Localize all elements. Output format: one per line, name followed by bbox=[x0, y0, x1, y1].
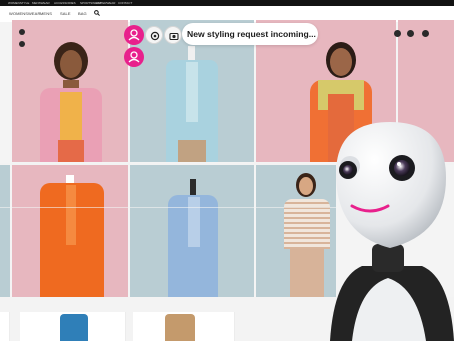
camera-button[interactable] bbox=[164, 26, 182, 44]
assistant-robot-illustration bbox=[330, 122, 454, 341]
user-icon bbox=[128, 51, 140, 63]
product-card[interactable] bbox=[133, 312, 235, 341]
camera-icon bbox=[169, 32, 179, 41]
model-figure bbox=[12, 20, 128, 162]
record-button[interactable] bbox=[145, 26, 163, 44]
product-tile-orange-jacket[interactable] bbox=[12, 165, 128, 297]
hanger-garment bbox=[60, 314, 88, 341]
tile-action-icon[interactable] bbox=[422, 30, 429, 37]
user-icon bbox=[128, 29, 140, 41]
search-icon[interactable] bbox=[94, 10, 100, 16]
record-icon bbox=[150, 31, 160, 41]
nav-item-sale[interactable]: SALE bbox=[60, 11, 71, 16]
mannequin-figure bbox=[12, 165, 128, 297]
assistant-user-button[interactable] bbox=[124, 25, 144, 45]
carousel-dot-icon[interactable] bbox=[19, 29, 25, 35]
nav-item-mens[interactable]: MENS bbox=[40, 11, 52, 16]
assistant-user-button[interactable] bbox=[124, 47, 144, 67]
mannequin-figure bbox=[130, 165, 254, 297]
tile-action-icon[interactable] bbox=[394, 30, 401, 37]
product-card[interactable] bbox=[0, 312, 10, 341]
product-tile-blue-jacket[interactable] bbox=[130, 165, 254, 297]
product-tile-pink-blazer[interactable] bbox=[12, 20, 128, 162]
mannequin-garment bbox=[165, 314, 195, 341]
nav-item-womenswear[interactable]: WOMENSWEAR bbox=[9, 11, 40, 16]
assistant-message-bubble: New styling request incoming... bbox=[182, 23, 318, 45]
product-tile-edge[interactable] bbox=[0, 165, 10, 297]
carousel-dot-icon[interactable] bbox=[19, 41, 25, 47]
nav-item-bag[interactable]: BAG bbox=[78, 11, 87, 16]
tile-action-icon[interactable] bbox=[407, 30, 414, 37]
assistant-message-text: New styling request incoming... bbox=[187, 29, 316, 39]
product-card[interactable] bbox=[20, 312, 126, 341]
